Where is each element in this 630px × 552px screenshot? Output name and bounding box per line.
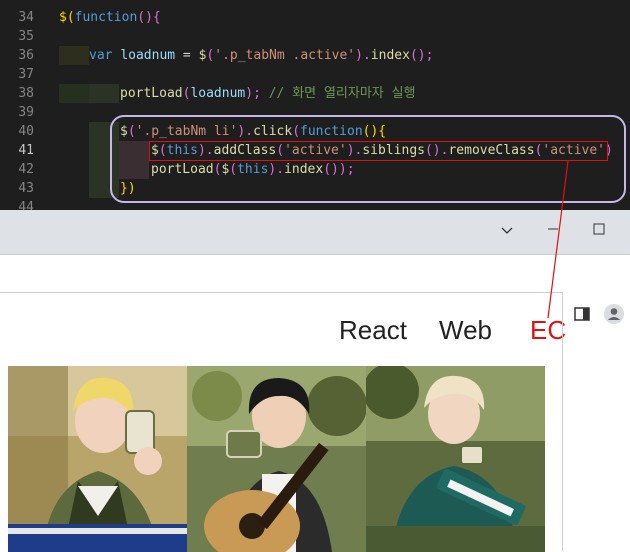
browser-window: React Web EC — [0, 210, 630, 552]
code-line: portLoad(loadnum); // 화면 열리자마자 실행 — [120, 86, 416, 101]
minimize-icon[interactable] — [540, 218, 566, 244]
line-number-current: 41 — [18, 143, 34, 158]
line-number: 42 — [18, 162, 34, 177]
chevron-down-icon[interactable] — [494, 218, 520, 244]
tab-web[interactable]: Web — [439, 315, 492, 346]
line-number: 37 — [18, 67, 34, 82]
line-number-gutter: 34 35 36 37 38 39 40 41 42 43 44 — [0, 0, 48, 210]
maximize-icon[interactable] — [586, 218, 612, 244]
web-page: React Web EC — [0, 292, 566, 552]
line-number: 36 — [18, 48, 34, 63]
page-divider — [562, 292, 563, 551]
toolbar — [0, 254, 630, 324]
line-number: 38 — [18, 86, 34, 101]
profile-icon[interactable] — [603, 303, 625, 325]
line-number: 44 — [18, 200, 34, 210]
indent-guide — [89, 84, 119, 103]
code-editor[interactable]: 34 35 36 37 38 39 40 41 42 43 44 $(funct… — [0, 0, 630, 210]
line-number: 39 — [18, 105, 34, 120]
portfolio-photo — [8, 366, 187, 552]
line-number: 35 — [18, 29, 34, 44]
tab-ec[interactable]: EC — [530, 315, 566, 346]
title-bar — [0, 210, 630, 254]
code-line: var loadnum = $('.p_tabNm .active').inde… — [89, 48, 434, 63]
line-number: 34 — [18, 10, 34, 25]
annotation-highlight-box — [149, 141, 608, 161]
indent-guide — [59, 46, 89, 65]
line-number: 43 — [18, 181, 34, 196]
portfolio-photo — [187, 366, 366, 552]
side-panel-icon[interactable] — [571, 303, 593, 325]
line-number: 40 — [18, 124, 34, 139]
portfolio-photo — [366, 366, 545, 552]
code-line: $(function(){ — [59, 10, 161, 25]
tab-react[interactable]: React — [339, 315, 407, 346]
